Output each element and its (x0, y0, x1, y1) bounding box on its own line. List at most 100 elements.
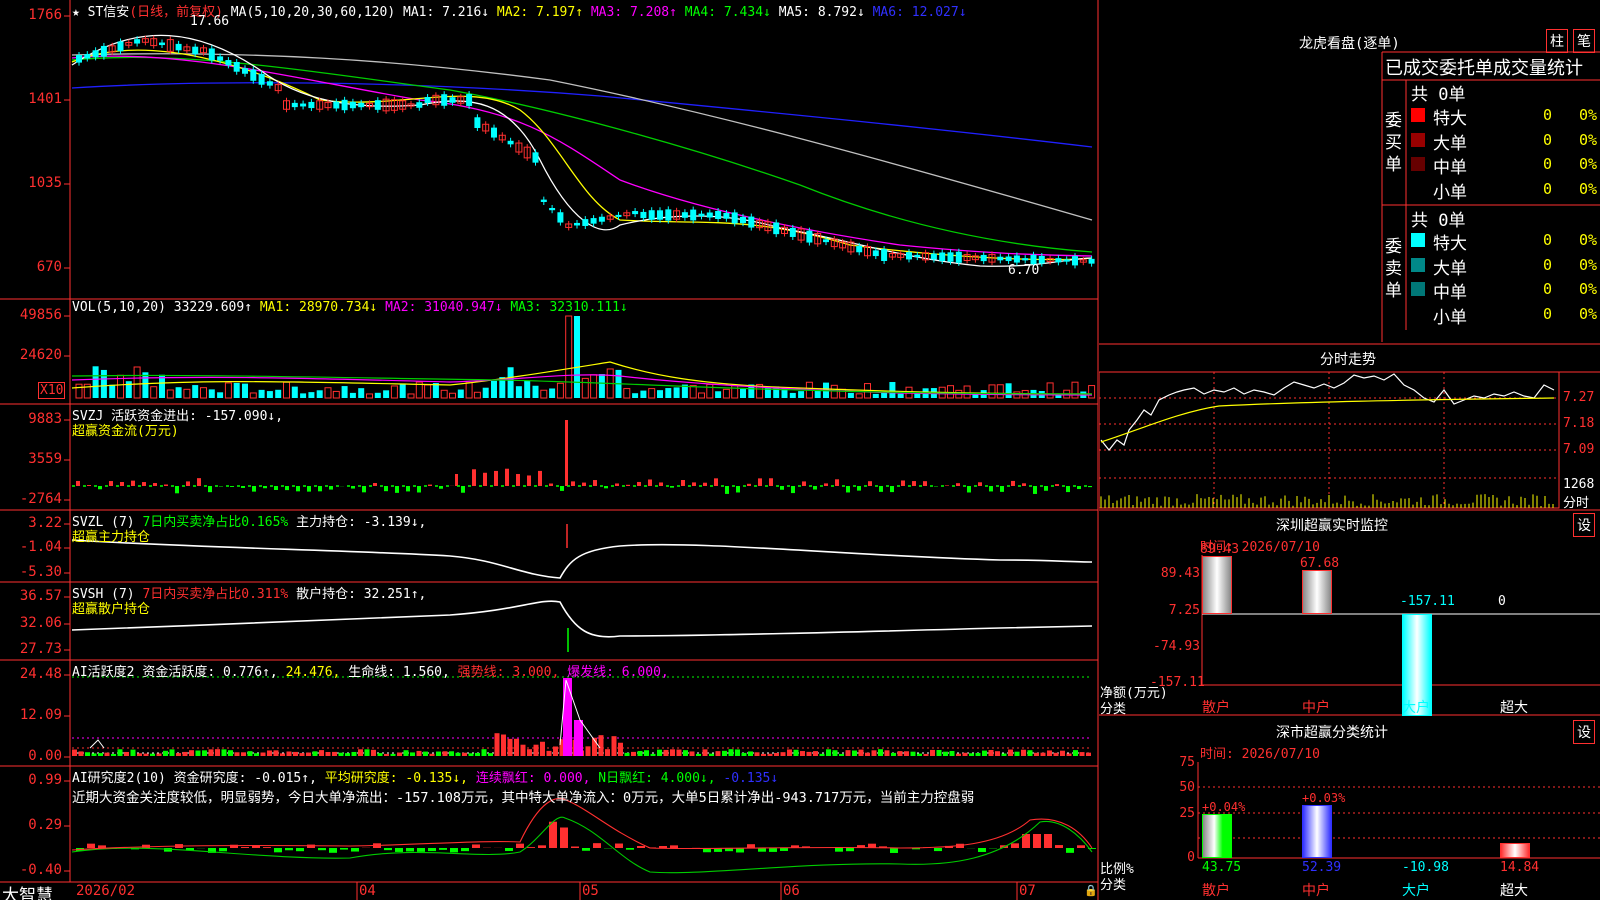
research-bar (87, 843, 95, 848)
activity-bar (494, 733, 500, 756)
candle-down (266, 81, 273, 86)
sell-pct: 0% (1579, 231, 1598, 249)
activity-bar (169, 749, 175, 756)
ai1-header: AI活跃度2 资金活跃度: 0.776↑, 24.476, 生命线: 1.560… (72, 661, 669, 680)
candlestick-series (76, 35, 1095, 269)
activity-bar (1008, 749, 1013, 756)
activity-bar (436, 751, 441, 756)
classify-settings-button[interactable]: 设 (1573, 720, 1595, 744)
activity-bar (982, 750, 987, 756)
candle-down (76, 54, 82, 63)
activity-bar (826, 749, 831, 756)
sell-name: 中单 (1433, 283, 1467, 303)
activity-bar (832, 750, 838, 756)
activity-bar (813, 751, 818, 756)
volume-bar (266, 391, 273, 398)
activity-bar (845, 750, 851, 756)
svsh-subtitle: 超赢散户持仓 (72, 602, 151, 617)
flow-bar (615, 483, 619, 486)
ma-params[interactable]: MA(5,10,20,30,60,120) (231, 5, 395, 20)
flow-bar (1055, 484, 1059, 486)
activity-bar (585, 746, 591, 756)
flow-bar (505, 468, 509, 486)
monitor-settings-button[interactable]: 设 (1573, 513, 1595, 537)
flow-bar (736, 486, 740, 493)
classify-value: 14.84 (1500, 860, 1540, 875)
chart-canvas[interactable] (0, 0, 1100, 900)
activity-bar (254, 753, 259, 756)
candle-down (416, 102, 423, 108)
ai1-burst: 爆发线: 6.000, (567, 665, 669, 680)
star-icon[interactable]: ★ (72, 5, 80, 20)
ai2-header: AI研究度2(10) 资金研究度: -0.015↑, 平均研究度: -0.135… (72, 767, 778, 786)
candle-down (134, 39, 141, 44)
ai1-value: 资金活跃度: 0.776↑, (142, 665, 278, 680)
activity-bar (403, 750, 409, 756)
flow-bar (263, 486, 267, 489)
ai2-comment: 近期大资金关注度较低，明显弱势，今日大单净流出：-157.108万元，其中特大单… (72, 790, 975, 806)
classify-change: +0.03% (1302, 790, 1346, 805)
candle-down (100, 45, 107, 57)
sell-pct: 0% (1579, 280, 1598, 298)
volume-bar (507, 367, 514, 398)
buy-label: 委买单 (1385, 111, 1402, 175)
volume-bar (374, 392, 381, 398)
candle-down (980, 254, 987, 262)
sell-name: 大单 (1433, 258, 1467, 279)
flow-bar (483, 472, 487, 486)
activity-bar (780, 752, 786, 756)
classify-tick: 75 (1179, 755, 1195, 770)
research-bar (934, 848, 942, 852)
flow-bar (967, 486, 971, 493)
ai2-value: 资金研究度: -0.015↑, (173, 771, 317, 786)
activity-bar (605, 749, 610, 756)
flow-bar (714, 478, 718, 486)
activity-bar (384, 753, 389, 756)
research-bar (318, 848, 326, 851)
security-name[interactable]: ST信安 (88, 5, 130, 20)
activity-bar (553, 746, 558, 756)
volume-bar (623, 388, 631, 399)
volume-bar (473, 391, 481, 399)
monitor-value: 0 (1498, 594, 1506, 609)
activity-bar (754, 752, 760, 756)
flow-bar (1044, 486, 1048, 491)
volume-bar (275, 389, 282, 398)
activity-bar (546, 750, 552, 756)
candle-down (582, 219, 589, 226)
volume-bar (300, 393, 307, 398)
ai2-tick: 0.99 (28, 772, 62, 788)
ai1-tick: 12.09 (19, 707, 62, 723)
research-bar (428, 848, 436, 852)
candle-down (997, 256, 1004, 261)
flow-bar (802, 481, 806, 486)
research-bar (461, 848, 469, 852)
activity-bar (1053, 752, 1059, 756)
activity-bar (228, 750, 233, 756)
lock-icon[interactable]: 🔒 (1084, 884, 1098, 897)
research-bar (1044, 834, 1052, 848)
candle-down (250, 69, 257, 81)
volume-bar (581, 377, 589, 399)
activity-bar (150, 753, 155, 756)
flow-bar (153, 483, 157, 486)
flow-bar (824, 483, 828, 486)
volume-bar (258, 389, 265, 398)
intraday-vol-unit[interactable]: 分时 (1563, 492, 1589, 511)
ma5-line (71, 53, 1093, 221)
candle-down (1055, 258, 1062, 263)
activity-bar (748, 751, 753, 756)
flow-bar (318, 486, 322, 492)
flow-bar (208, 486, 212, 493)
flow-bar (626, 484, 630, 486)
flow-bar (593, 480, 597, 486)
research-bar (978, 848, 986, 852)
research-bar (593, 843, 601, 848)
activity-bar (943, 751, 948, 756)
activity-bar (702, 749, 708, 756)
brand-logo[interactable]: 大智慧 (2, 881, 53, 900)
volume-bar (366, 393, 373, 399)
classify-bar (1302, 804, 1332, 858)
buy-name: 小单 (1433, 182, 1467, 203)
retail-holding-line (71, 600, 1093, 638)
